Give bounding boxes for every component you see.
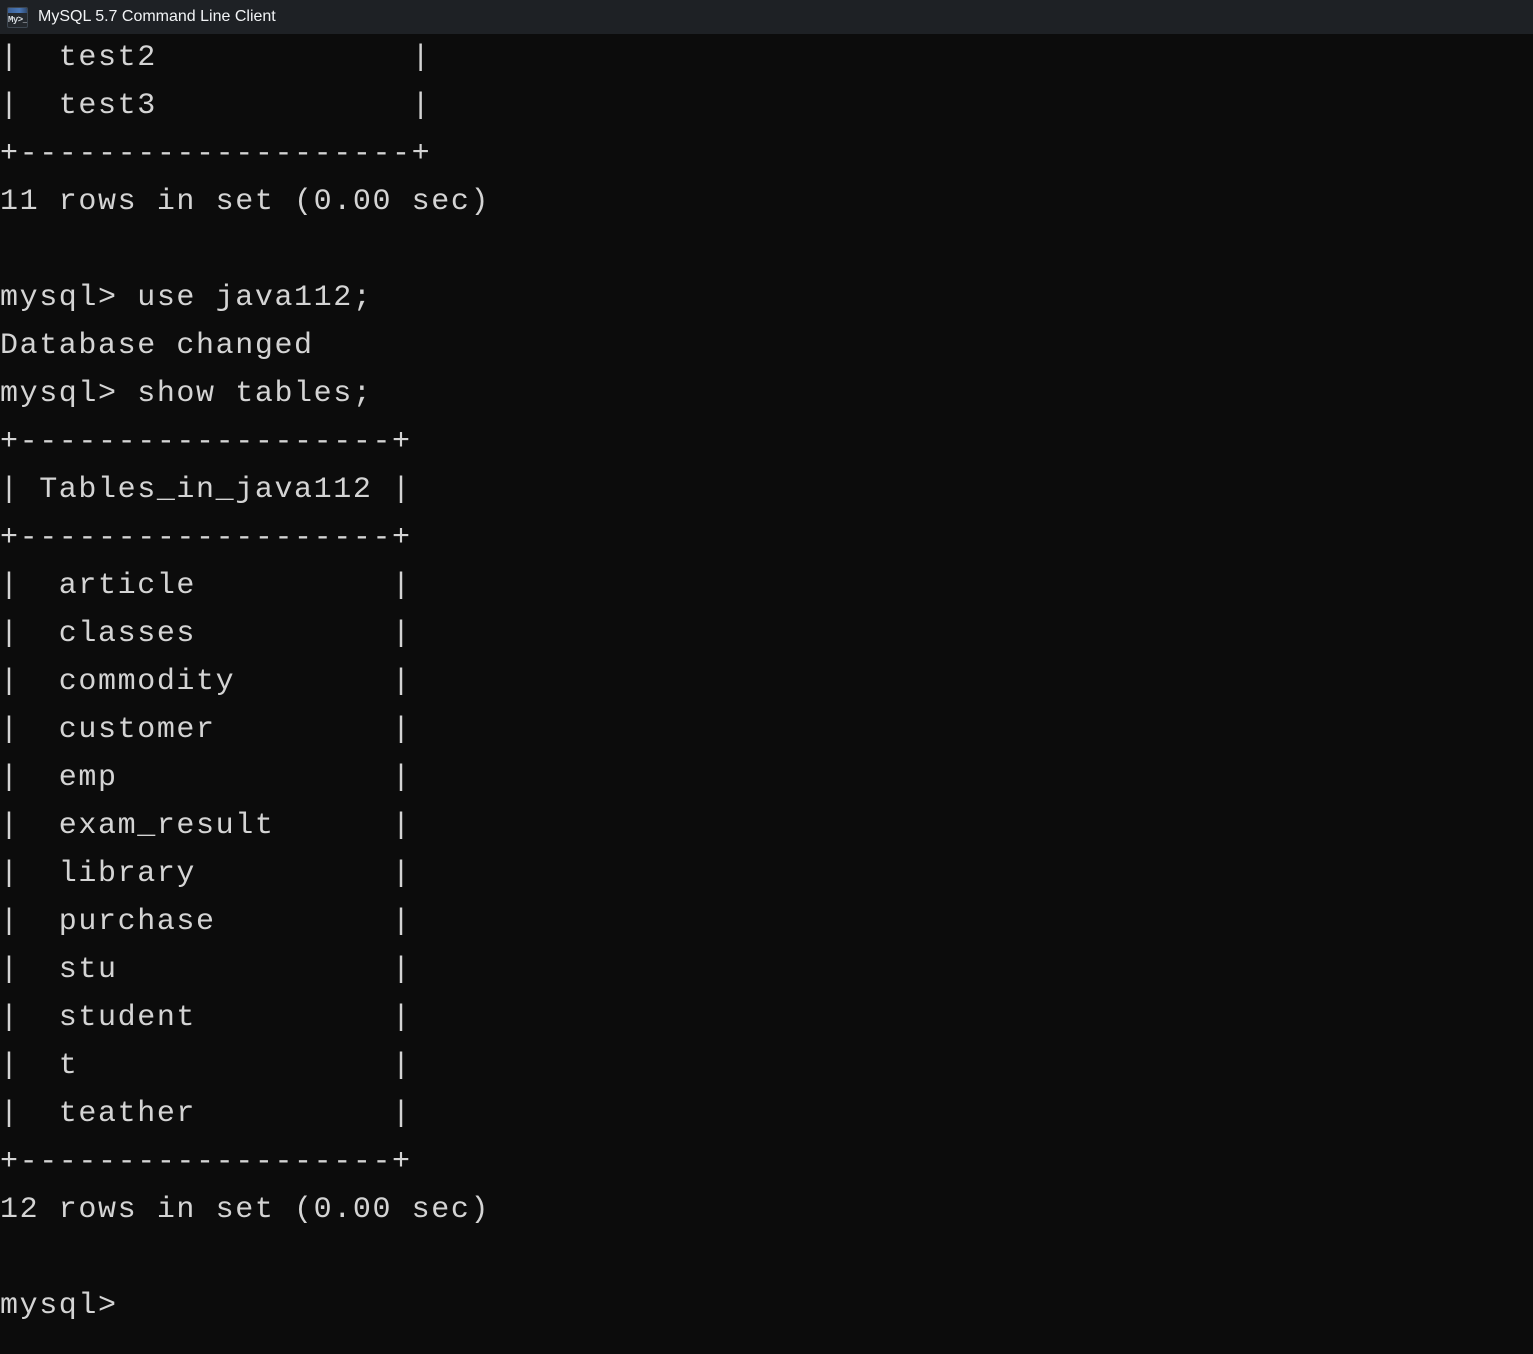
console-line: | classes | [0,617,412,651]
terminal-surface[interactable]: | test2 | | test3 | +--------------------+… [0,34,1533,1354]
console-line: +-------------------+ [0,425,412,459]
console-line: mysql> use java112; [0,281,373,315]
console-line: | student | [0,1001,412,1035]
console-line: Database changed [0,329,314,363]
console-line: mysql> show tables; [0,377,373,411]
console-line: 12 rows in set (0.00 sec) [0,1193,491,1227]
mysql-console-icon: My>_ [7,6,28,28]
console-line: | teather | [0,1097,412,1131]
console-line: | emp | [0,761,412,795]
console-line: +-------------------+ [0,1145,412,1179]
window-titlebar[interactable]: My>_ MySQL 5.7 Command Line Client [0,0,1533,34]
console-line: | library | [0,857,412,891]
console-line: | article | [0,569,412,603]
console-line: | test3 | [0,89,432,123]
console-line: | exam_result | [0,809,412,843]
console-line: | t | [0,1049,412,1083]
console-line: +--------------------+ [0,137,432,171]
console-line: mysql> [0,1289,118,1323]
console-line: | purchase | [0,905,412,939]
console-line: 11 rows in set (0.00 sec) [0,185,491,219]
console-line: | Tables_in_java112 | [0,473,412,507]
console-output: | test2 | | test3 | +--------------------+… [0,34,1533,1330]
console-line: | commodity | [0,665,412,699]
console-line: | test2 | [0,41,432,75]
console-line: | customer | [0,713,412,747]
console-line: +-------------------+ [0,521,412,555]
icon-prompt-glyph: My>_ [8,14,28,25]
console-line: | stu | [0,953,412,987]
window-title: MySQL 5.7 Command Line Client [38,8,276,25]
